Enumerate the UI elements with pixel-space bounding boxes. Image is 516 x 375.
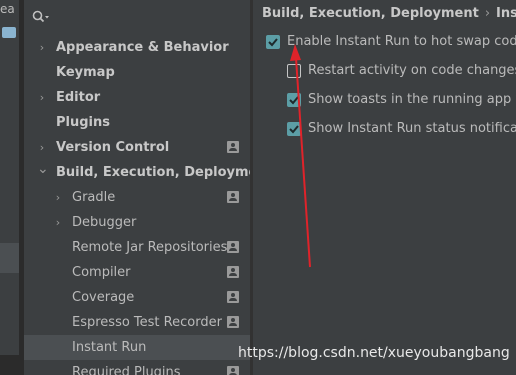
tree-item-label: Remote Jar Repositories (72, 240, 228, 255)
project-level-icon (227, 316, 239, 328)
settings-content: Build, Execution, Deployment › Instant Ena… (253, 0, 516, 375)
chevron-right-icon[interactable]: › (37, 135, 47, 160)
breadcrumb: Build, Execution, Deployment › Instant (262, 4, 516, 24)
adjacent-panel-text: ea (0, 2, 15, 16)
tree-item-label: Coverage (72, 290, 135, 305)
tree-item-label: Espresso Test Recorder (72, 315, 222, 330)
settings-tree: › Appearance & Behavior Keymap › Editor Plugi… (24, 0, 250, 375)
tree-item-version-control[interactable]: › Version Control (24, 135, 250, 160)
chevron-right-icon[interactable]: › (37, 35, 47, 60)
project-level-icon (227, 291, 239, 303)
chevron-right-icon[interactable]: › (53, 210, 63, 235)
tree-item-label: Required Plugins (72, 365, 181, 375)
tree-item-remote-jar-repositories[interactable]: Remote Jar Repositories (24, 235, 250, 260)
folder-icon (2, 27, 16, 38)
tree-item-debugger[interactable]: › Debugger (24, 210, 250, 235)
adjacent-panel-edge: ea (0, 0, 19, 375)
breadcrumb-current: Instant (496, 6, 516, 21)
tree-item-label: Keymap (56, 65, 115, 80)
tree-item-gradle[interactable]: › Gradle (24, 185, 250, 210)
checkbox-checked[interactable] (287, 122, 301, 136)
chevron-right-icon[interactable]: › (37, 85, 47, 110)
tree-item-label: Gradle (72, 190, 116, 205)
watermark-text: https://blog.csdn.net/xueyoubangbang (238, 345, 510, 361)
tree-item-editor[interactable]: › Editor (24, 85, 250, 110)
option-label: Show Instant Run status notifications (308, 121, 516, 136)
option-label: Show toasts in the running app whe (308, 92, 516, 107)
tree-item-label: Instant Run (72, 340, 147, 355)
tree-item-label: Editor (56, 90, 101, 105)
option-label: Restart activity on code changes (308, 63, 516, 78)
search-icon[interactable] (32, 9, 50, 23)
tree-item-compiler[interactable]: Compiler (24, 260, 250, 285)
breadcrumb-separator: › (484, 6, 491, 21)
tree-item-coverage[interactable]: Coverage (24, 285, 250, 310)
project-level-icon (227, 241, 239, 253)
tree-item-keymap[interactable]: Keymap (24, 60, 250, 85)
checkbox-checked[interactable] (287, 93, 301, 107)
adjacent-footer (0, 355, 19, 375)
tree-item-build-execution-deployment[interactable]: ⌄ Build, Execution, Deployment (24, 160, 250, 185)
tree-item-appearance-behavior[interactable]: › Appearance & Behavior (24, 35, 250, 60)
project-level-icon (227, 191, 239, 203)
tree-item-plugins[interactable]: Plugins (24, 110, 250, 135)
chevron-right-icon[interactable]: › (53, 185, 63, 210)
project-level-icon (227, 141, 239, 153)
tree-item-label: Plugins (56, 115, 110, 130)
tree-item-label: Build, Execution, Deployment (56, 165, 250, 180)
option-label: Enable Instant Run to hot swap code/re (287, 34, 516, 49)
tree-item-label: Debugger (72, 215, 137, 230)
tree-item-espresso-test-recorder[interactable]: Espresso Test Recorder (24, 310, 250, 335)
tree-item-label: Appearance & Behavior (56, 40, 229, 55)
adjacent-selection (0, 243, 19, 273)
breadcrumb-parent[interactable]: Build, Execution, Deployment (262, 6, 479, 21)
chevron-down-icon[interactable]: ⌄ (37, 160, 49, 185)
tree-item-label: Compiler (72, 265, 131, 280)
checkbox-checked[interactable] (266, 35, 280, 49)
tree-item-instant-run[interactable]: Instant Run (24, 335, 250, 360)
checkbox-unchecked[interactable] (287, 64, 301, 78)
project-level-icon (227, 366, 239, 375)
project-level-icon (227, 266, 239, 278)
tree-item-label: Version Control (56, 140, 170, 155)
tree-item-required-plugins[interactable]: Required Plugins (24, 360, 250, 375)
